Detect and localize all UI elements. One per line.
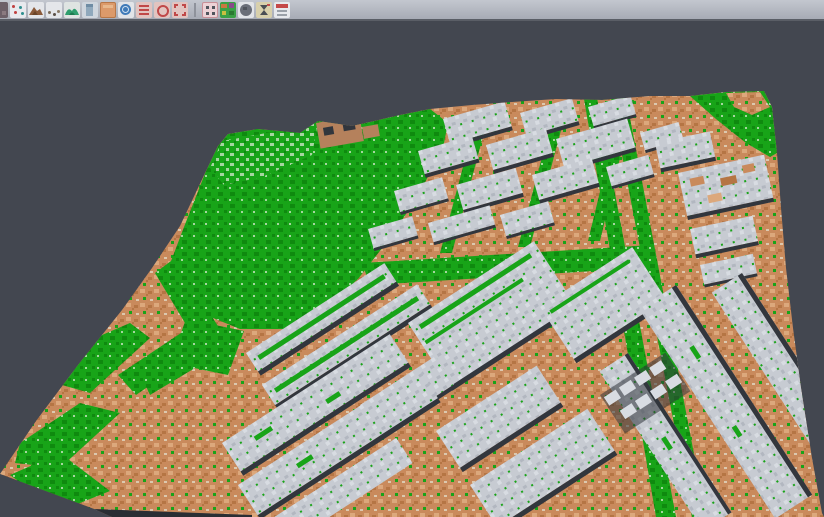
scene-render [0, 23, 824, 517]
crop-frame-icon[interactable] [172, 2, 188, 18]
stacked-slices-icon[interactable] [136, 2, 152, 18]
toolbar-separator [194, 3, 196, 17]
mesh-dark-icon[interactable] [0, 2, 8, 18]
application-window [0, 0, 824, 517]
classified-map-icon[interactable] [220, 2, 236, 18]
ground-filter-terrain-icon[interactable] [28, 2, 44, 18]
orange-tile-icon[interactable] [100, 2, 116, 18]
circle-target-icon[interactable] [154, 2, 170, 18]
ground-points-icon[interactable] [46, 2, 62, 18]
vegetation-terrain-icon[interactable] [64, 2, 80, 18]
dark-globe-icon[interactable] [238, 2, 254, 18]
globe-orbit-icon[interactable] [118, 2, 134, 18]
register-points-icon[interactable] [10, 2, 26, 18]
side-panel-icon[interactable] [82, 2, 98, 18]
dot-matrix-icon[interactable] [202, 2, 218, 18]
viewport-3d[interactable] [0, 23, 824, 517]
remove-layer-icon[interactable] [274, 2, 290, 18]
hourglass-icon[interactable] [256, 2, 272, 18]
toolbar [0, 0, 824, 21]
